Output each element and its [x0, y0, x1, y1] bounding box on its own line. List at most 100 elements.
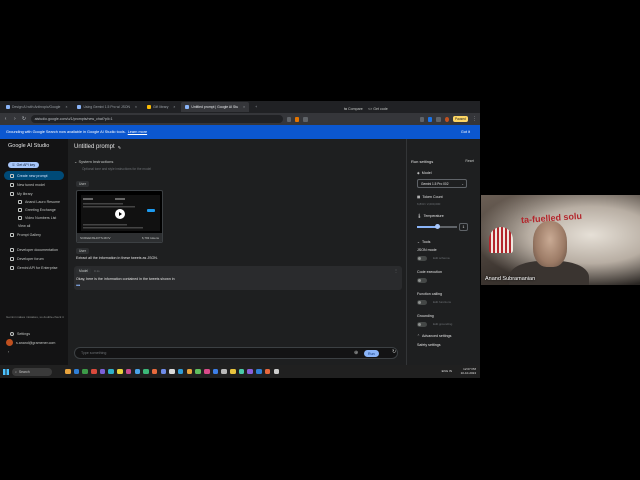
taskbar-app-icon[interactable]: [99, 368, 106, 375]
learn-more-link[interactable]: Learn more: [128, 130, 147, 134]
taskbar-app-icon[interactable]: [125, 368, 132, 375]
sidebar-item-prompt-gallery[interactable]: Prompt Gallery: [4, 230, 64, 239]
sidebar-item-library[interactable]: My library: [4, 189, 64, 198]
prompt-input[interactable]: Type something: [74, 347, 398, 359]
forward-icon[interactable]: ›: [12, 116, 17, 122]
extension-icon[interactable]: [294, 116, 300, 122]
taskbar-app-icon[interactable]: [108, 368, 114, 375]
paused-button[interactable]: Paused: [452, 116, 468, 122]
taskbar-app-icon[interactable]: [186, 368, 193, 375]
sidebar-item-docs[interactable]: Developer documentation: [4, 245, 64, 254]
taskbar-app-icon[interactable]: [65, 368, 71, 375]
reload-icon[interactable]: ↻: [21, 116, 26, 122]
taskbar-app-icon[interactable]: [221, 368, 227, 375]
taskbar-app-icon[interactable]: [273, 368, 279, 375]
profile-icon[interactable]: [444, 116, 449, 122]
temperature-input[interactable]: 1: [459, 223, 468, 231]
browser-tab-active[interactable]: Untitled prompt | Google AI Stu ×: [181, 102, 250, 112]
sidebar-item-create-prompt[interactable]: Create new prompt: [4, 171, 64, 180]
sidebar-item-enterprise[interactable]: Gemini API for Enterprise: [4, 263, 64, 272]
temperature-label: 🌡 Temperature: [417, 214, 444, 218]
extension-icon[interactable]: [436, 116, 441, 122]
library-item[interactable]: Greeting Exchange: [4, 206, 64, 214]
edit-functions-link[interactable]: Edit functions: [433, 300, 451, 304]
taskbar-app-icon[interactable]: [169, 368, 175, 375]
edit-schema-link[interactable]: Edit schema: [433, 256, 450, 260]
sidebar-item-forum[interactable]: Developer forum: [4, 254, 64, 263]
taskbar-app-icon[interactable]: [264, 368, 271, 375]
sidebar-item-settings[interactable]: Settings: [4, 329, 66, 338]
run-button[interactable]: Run: [364, 350, 379, 357]
taskbar-app-icon[interactable]: [230, 368, 236, 375]
close-icon[interactable]: ×: [65, 105, 67, 109]
taskbar-app-icon[interactable]: [73, 368, 80, 375]
video-attachment[interactable]: SCREENSHOTS.MOV 6,793 tokens: [76, 190, 163, 243]
taskbar-app-icon[interactable]: [143, 368, 149, 375]
account-row[interactable]: s.anand@gramener.com: [4, 338, 66, 347]
new-tab-button[interactable]: +: [251, 102, 261, 112]
menu-icon[interactable]: ⋮: [472, 116, 477, 122]
browser-tab[interactable]: Gift library ×: [143, 102, 179, 112]
add-media-icon[interactable]: ⊕: [354, 350, 358, 356]
model-select[interactable]: Gemini 1.5 Pro 002 ⌄: [417, 179, 467, 188]
code-execution-toggle[interactable]: [417, 278, 427, 283]
user-prompt-text[interactable]: Extract all the information in these twe…: [76, 256, 158, 260]
library-item[interactable]: Video Numbers List: [4, 214, 64, 222]
sidebar-item-tuned-model[interactable]: New tuned model: [4, 180, 64, 189]
extension-icon[interactable]: [286, 116, 291, 122]
taskbar-app-icon[interactable]: [238, 368, 245, 375]
language-indicator[interactable]: ENG IN: [442, 369, 452, 373]
function-calling-toggle[interactable]: [417, 300, 427, 305]
collapse-sidebar-icon[interactable]: ‹: [4, 347, 66, 356]
taskbar-app-icon[interactable]: [204, 368, 210, 375]
clock-date: 10-10-2024: [460, 371, 476, 375]
extension-icon[interactable]: [427, 116, 433, 122]
system-instructions-toggle[interactable]: ⌄ System Instructions: [74, 159, 113, 164]
refresh-icon[interactable]: ↻: [392, 349, 396, 355]
chevron-up-icon: ⌃: [417, 334, 421, 338]
taskbar-app-icon[interactable]: [117, 368, 123, 375]
grounding-toggle[interactable]: [417, 322, 427, 327]
safety-settings-link[interactable]: Safety settings: [417, 343, 441, 347]
got-it-button[interactable]: Got it: [461, 130, 470, 134]
json-mode-toggle[interactable]: [417, 256, 427, 261]
system-instructions-input[interactable]: Optional tone and style instructions for…: [82, 167, 151, 171]
taskbar-app-icon[interactable]: [256, 368, 262, 375]
taskbar-app-icon[interactable]: [247, 368, 253, 375]
library-view-all[interactable]: View all: [4, 222, 64, 230]
taskbar-app-icon[interactable]: [82, 368, 88, 375]
extension-icon[interactable]: [419, 116, 424, 122]
advanced-settings-toggle[interactable]: ⌃ Advanced settings: [417, 334, 451, 338]
close-icon[interactable]: ×: [135, 105, 137, 109]
browser-tab[interactable]: Using Gemini 1.5 Pro w/ JSON ×: [73, 102, 141, 112]
taskbar-search[interactable]: ⌕ Search: [12, 367, 52, 376]
taskbar-app-icon[interactable]: [212, 368, 219, 375]
reset-button[interactable]: Reset: [465, 159, 474, 163]
close-icon[interactable]: ×: [173, 105, 175, 109]
temperature-slider[interactable]: [417, 224, 457, 229]
taskbar-app-icon[interactable]: [134, 368, 140, 375]
more-options-icon[interactable]: ⋮: [394, 268, 398, 273]
url-input[interactable]: aistudio.google.com/u/1/prompts/new_chat…: [30, 115, 283, 123]
tools-toggle[interactable]: ⌄ Tools: [417, 240, 430, 244]
windows-start-icon[interactable]: [3, 368, 9, 375]
taskbar-app-icon[interactable]: [151, 368, 158, 375]
taskbar-app-icon[interactable]: [160, 368, 167, 375]
back-icon[interactable]: ‹: [3, 116, 8, 122]
play-icon[interactable]: [115, 209, 125, 219]
system-tray[interactable]: 12:07 PM 10-10-2024: [461, 367, 476, 375]
edit-icon[interactable]: ✎: [118, 145, 121, 150]
browser-tab[interactable]: Design AI with Anthropic/Google ×: [2, 102, 71, 112]
taskbar-app-icon[interactable]: [177, 368, 184, 375]
library-item[interactable]: Anand Lauro Resume: [4, 198, 64, 206]
get-api-key-button[interactable]: ⚿ Get API key: [8, 162, 40, 168]
extension-icon[interactable]: [303, 116, 308, 122]
close-icon[interactable]: ×: [243, 105, 245, 109]
get-code-button[interactable]: <> Get code: [368, 107, 388, 111]
compare-button[interactable]: ⇆ Compare: [344, 107, 363, 111]
taskbar-app-icon[interactable]: [195, 368, 201, 375]
edit-grounding-link[interactable]: Edit grounding: [433, 322, 452, 326]
app-logo[interactable]: Google AI Studio: [8, 143, 64, 153]
slider-handle[interactable]: [434, 224, 440, 229]
taskbar-app-icon[interactable]: [91, 368, 97, 375]
